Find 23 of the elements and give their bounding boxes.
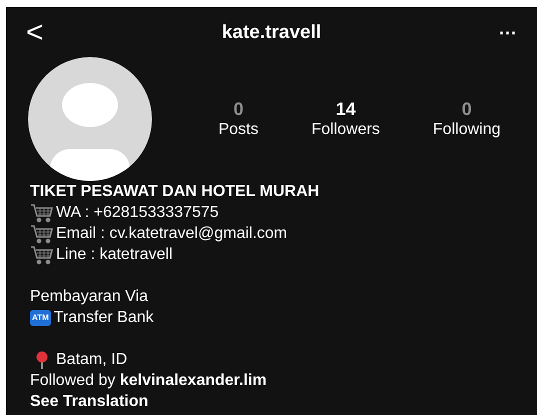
more-options-button[interactable]: ···: [487, 20, 517, 46]
stat-count: 0: [233, 98, 244, 120]
payment-title: Pembayaran Via: [30, 287, 149, 307]
stat-count: 14: [336, 98, 356, 120]
stat-count: 0: [462, 98, 472, 120]
payment-method: Transfer Bank: [54, 308, 154, 328]
contact-text: Line : katetravell: [56, 245, 173, 265]
followed-by-text: Followed by kelvinalexander.lim: [30, 371, 268, 391]
map-pin-icon: [34, 350, 50, 368]
back-button[interactable]: <: [26, 18, 56, 48]
stat-label: Following: [432, 120, 500, 140]
bio-headline: TIKET PESAWAT DAN HOTEL MURAH: [30, 182, 320, 202]
shopping-cart-icon: [30, 224, 54, 244]
stat-label: Followers: [311, 120, 380, 140]
contact-text: Email : cv.katetravel@gmail.com: [56, 224, 288, 244]
see-translation-link[interactable]: See Translation: [30, 391, 513, 412]
shopping-cart-icon: [30, 244, 54, 264]
stat-label: Posts: [218, 120, 258, 140]
contact-text: WA : +6281533337575: [56, 203, 219, 223]
atm-badge: ATM: [30, 310, 51, 326]
location-text: Batam, ID: [56, 350, 128, 370]
profile-username: kate.travell: [220, 20, 322, 45]
shopping-cart-icon: [30, 202, 54, 222]
